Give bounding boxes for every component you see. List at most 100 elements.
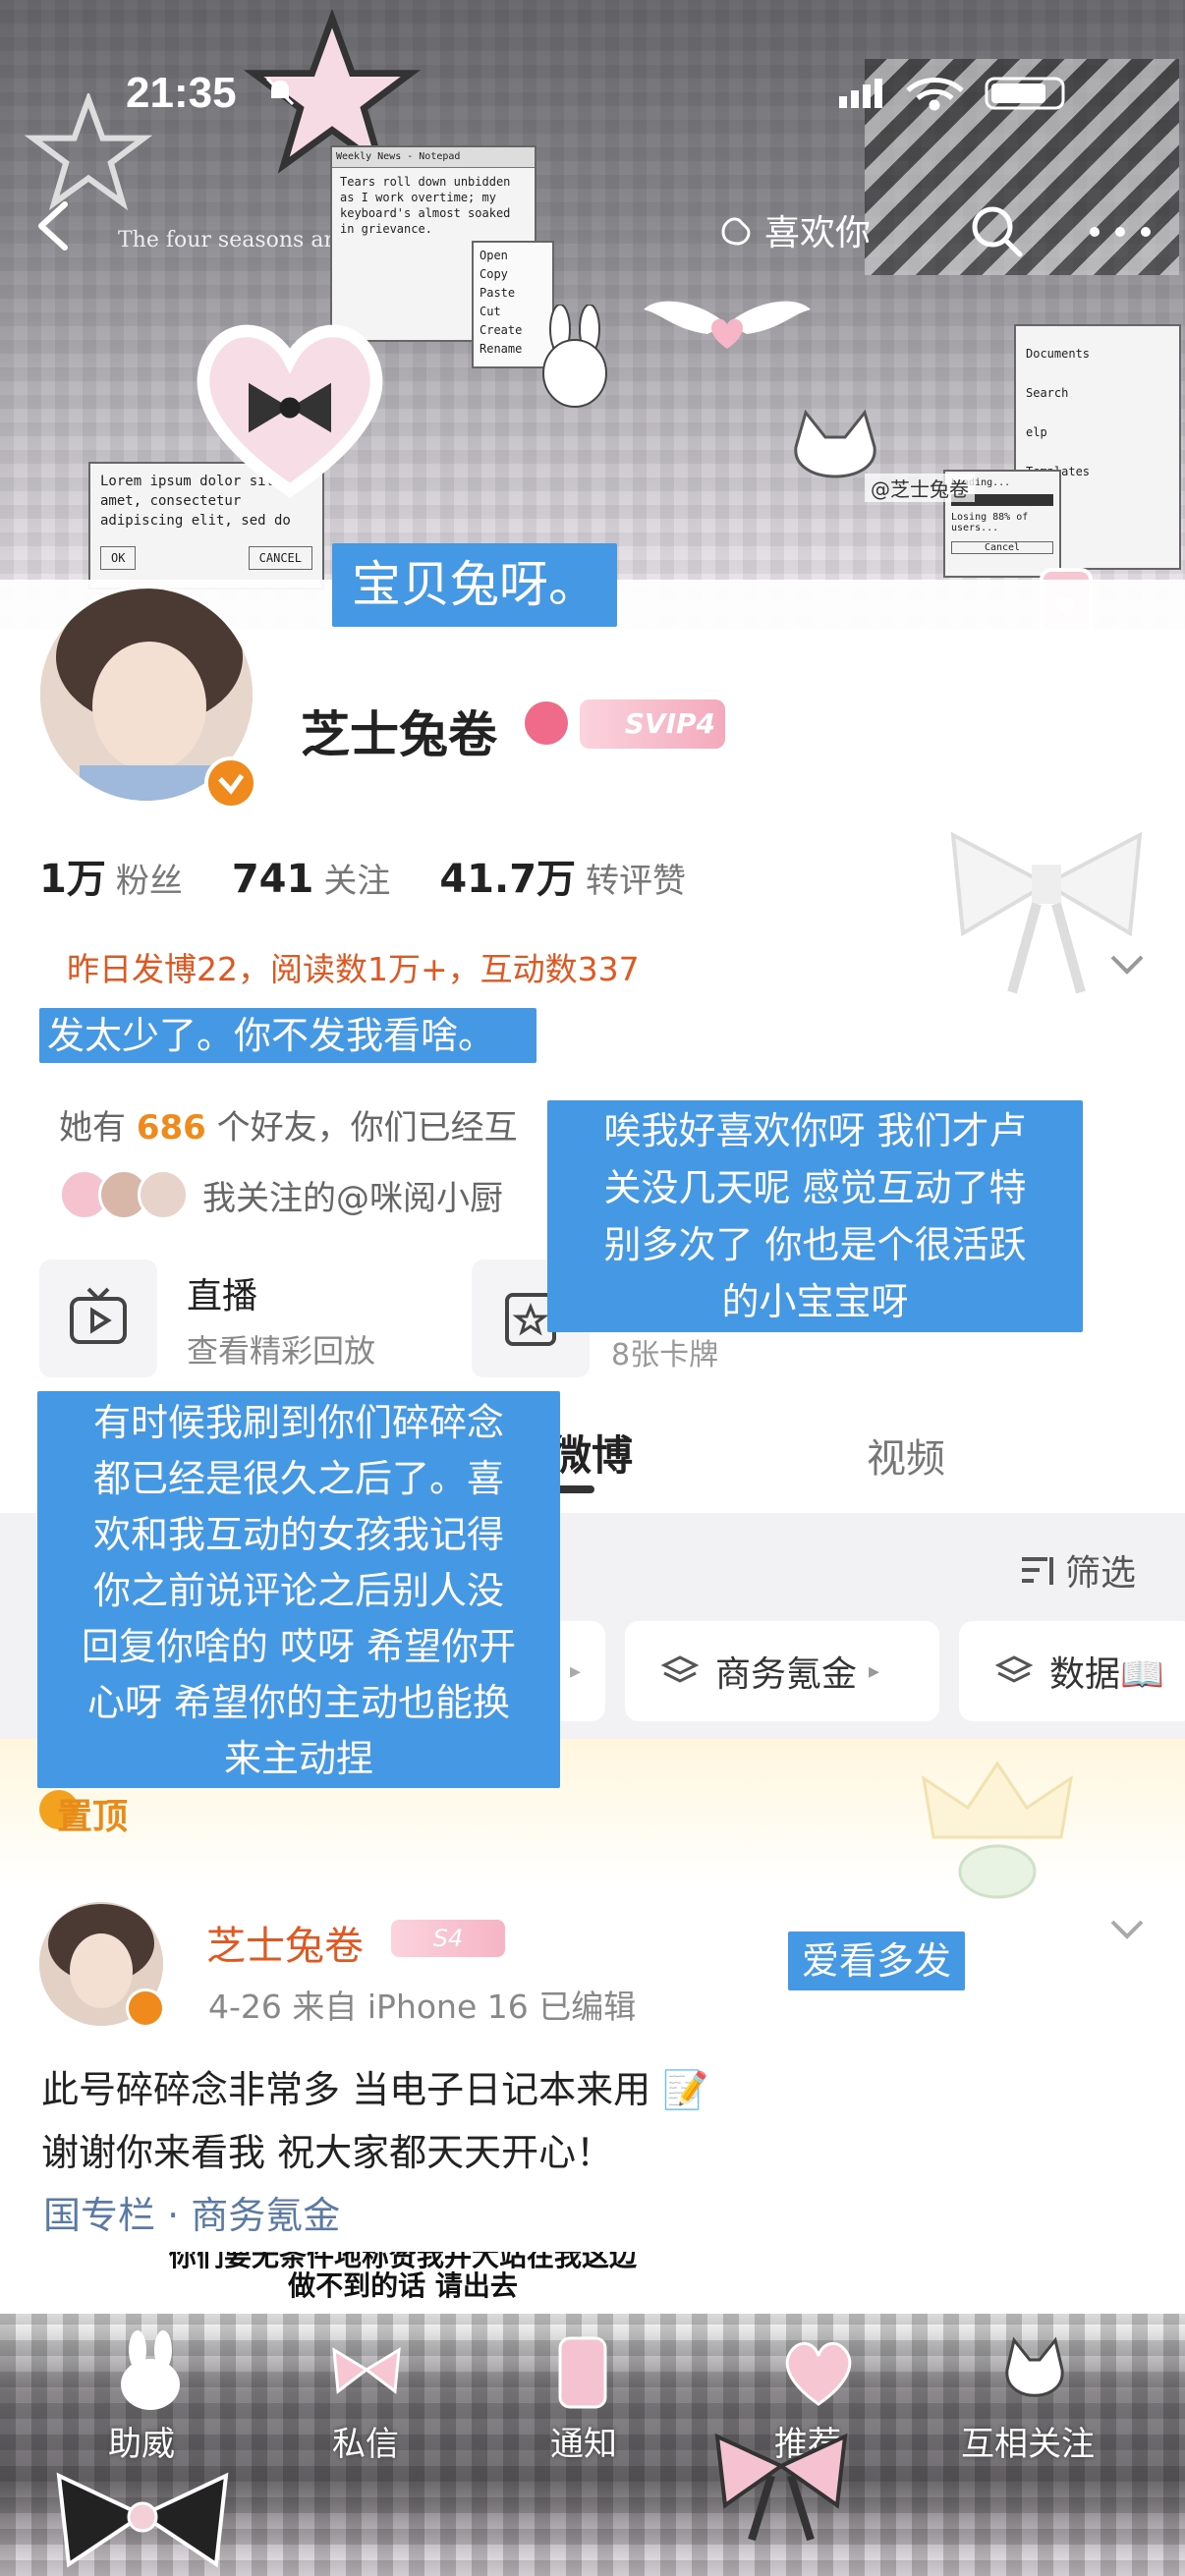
caption-line: 的小宝宝呀: [721, 1280, 909, 1323]
wifi-icon: [906, 78, 964, 111]
following-label[interactable]: 关注: [323, 854, 390, 902]
verified-badge-icon: [126, 1988, 165, 2028]
followers-count[interactable]: 1万: [39, 847, 106, 904]
bow-nav-icon: [332, 2347, 401, 2394]
likes-count[interactable]: 41.7万: [439, 847, 576, 904]
post-vip-badge: S4: [391, 1920, 505, 1957]
caption-line: 都已经是很久之后了。喜: [92, 1457, 504, 1500]
post-menu-chevron-icon[interactable]: [1104, 1906, 1150, 1951]
filter-label: 筛选: [1065, 1553, 1137, 1594]
caption-line: 有时候我刷到你们碎碎念: [92, 1401, 504, 1444]
post-image[interactable]: 你们要无条件地称赞我并大站在我这边 做不到的话 请出去: [128, 2252, 678, 2311]
caption-bubble: 爱看多发: [788, 1932, 965, 1990]
friends-prefix: 她有: [59, 1108, 126, 1148]
side-item: Documents: [1026, 347, 1091, 361]
like-you-label: 喜欢你: [764, 213, 872, 253]
svip-badge[interactable]: SVIP4: [580, 700, 725, 749]
friends-suffix: 个好友，你们已经互: [216, 1108, 518, 1148]
filter-button[interactable]: 筛选: [1018, 1544, 1136, 1596]
tab-weibo[interactable]: 微博: [550, 1423, 633, 1483]
followed-by-row[interactable]: 我关注的@咪阅小厨: [59, 1169, 503, 1220]
post-text-line: 谢谢你来看我 祝大家都天天开心！: [41, 2131, 614, 2174]
chevron-down-icon[interactable]: [1104, 941, 1150, 986]
cat-nav-icon: [1005, 2336, 1064, 2397]
heart-bow-icon: [197, 324, 383, 498]
filter-icon: [1022, 1557, 1053, 1585]
lorem-cancel: CANCEL: [248, 546, 312, 570]
crown-decoration-icon: [921, 1761, 1074, 1899]
menu-item: Copy: [480, 267, 508, 281]
post-author-name[interactable]: 芝士兔卷: [206, 1914, 364, 1971]
nav-mutual-follow[interactable]: 互相关注: [961, 2417, 1095, 2465]
watermark-stamp: @芝士兔卷: [865, 474, 975, 502]
more-icon[interactable]: [1081, 214, 1159, 250]
likes-label[interactable]: 转评赞: [586, 854, 686, 902]
user-tag-icon[interactable]: [525, 701, 568, 745]
signal-icon: [839, 79, 882, 108]
caption-bubble: 发太少了。你不发我看啥。: [39, 1008, 536, 1063]
chevron-right-icon: ▸: [570, 1658, 582, 1684]
live-title[interactable]: 直播: [187, 1267, 257, 1318]
caption-bubble: 有时候我刷到你们碎碎念 都已经是很久之后了。喜 欢和我互动的女孩我记得 你之前说…: [37, 1391, 560, 1788]
nav-notifications[interactable]: 通知: [550, 2417, 617, 2465]
caption-line: 欢和我互动的女孩我记得: [92, 1513, 504, 1556]
heart-nav-icon: [785, 2341, 852, 2406]
chip-data[interactable]: 数据📖: [959, 1621, 1185, 1721]
caption-line: 心呀 希望你的主动也能换: [86, 1681, 511, 1724]
caption-line: 回复你啥的 哎呀 希望你开: [81, 1625, 517, 1668]
bow-decoration-icon: [714, 2433, 848, 2542]
load-text: Losing 88% of users...: [951, 512, 1029, 533]
status-time: 21:35: [126, 69, 237, 117]
pinned-label: 置顶: [57, 1797, 129, 1837]
nav-messages[interactable]: 私信: [332, 2417, 399, 2465]
like-hand-icon: [721, 217, 751, 246]
caption-line: 唉我好喜欢你呀 我们才卢: [603, 1109, 1027, 1152]
followers-label[interactable]: 粉丝: [116, 854, 183, 902]
caption-bubble: 宝贝兔呀。: [332, 543, 617, 627]
following-count[interactable]: 741: [232, 857, 314, 902]
side-item: elp: [1026, 425, 1047, 439]
lorem-ok: OK: [100, 546, 137, 570]
caption-line: 关没几天呢 感觉互动了特: [603, 1166, 1027, 1209]
mutual-friends[interactable]: 她有 686 个好友，你们已经互: [59, 1100, 518, 1148]
nav-cheer[interactable]: 助威: [108, 2417, 175, 2465]
tab-video[interactable]: 视频: [867, 1427, 945, 1484]
menu-item: Paste: [480, 286, 516, 300]
notepad-title: Weekly News - Notepad: [332, 147, 535, 168]
daily-summary[interactable]: 昨日发博22，阅读数1万+，互动数337: [67, 943, 640, 990]
side-item: Search: [1026, 386, 1069, 400]
bunny-icon: [542, 305, 607, 408]
like-you-button[interactable]: 喜欢你: [717, 204, 871, 255]
winged-heart-icon: [644, 301, 811, 349]
cards-count: 8张卡牌: [611, 1338, 719, 1372]
menu-item: Open: [480, 249, 508, 262]
phone-nav-icon: [558, 2336, 607, 2409]
follower-avatar: [138, 1169, 189, 1220]
chip-business[interactable]: 商务氪金 ▸: [625, 1621, 939, 1721]
username: 芝士兔卷: [301, 706, 497, 763]
caption-bubble: 唉我好喜欢你呀 我们才卢 关没几天呢 感觉互动了特 别多次了 你也是个很活跃 的…: [547, 1100, 1083, 1332]
tv-icon: [70, 1287, 127, 1344]
bunny-nav-icon: [121, 2330, 180, 2410]
post-meta: 4-26 来自 iPhone 16 已编辑: [208, 1988, 637, 2026]
friends-count: 686: [136, 1108, 206, 1148]
caption-line: 别多次了 你也是个很活跃: [603, 1223, 1027, 1266]
notepad-body: Tears roll down unbidden as I work overt…: [340, 175, 511, 236]
layers-icon: [660, 1655, 700, 1683]
search-icon[interactable]: [967, 201, 1026, 260]
bow-decoration-icon: [56, 2472, 229, 2568]
status-icons: [839, 77, 1065, 111]
caption-line: 来主动捏: [223, 1737, 373, 1780]
post-text-line: 此号碎碎念非常多 当电子日记本来用 📝: [41, 2068, 709, 2111]
live-card[interactable]: [39, 1260, 157, 1377]
back-arrow-icon[interactable]: [29, 196, 77, 255]
verified-badge-icon: [204, 756, 257, 810]
layers-icon: [994, 1655, 1034, 1683]
post-tags-link[interactable]: 国专栏 · 商务氪金: [43, 2185, 340, 2239]
load-cancel: Cancel: [951, 541, 1053, 554]
live-subtitle: 查看精彩回放: [187, 1332, 376, 1370]
chevron-right-icon: ▸: [869, 1658, 880, 1684]
post-image-line: 你们要无条件地称赞我并大站在我这边: [168, 2252, 637, 2272]
battery-icon: [985, 77, 1065, 110]
profile-stats: 1万 粉丝 741 关注 41.7万 转评赞: [39, 847, 735, 904]
